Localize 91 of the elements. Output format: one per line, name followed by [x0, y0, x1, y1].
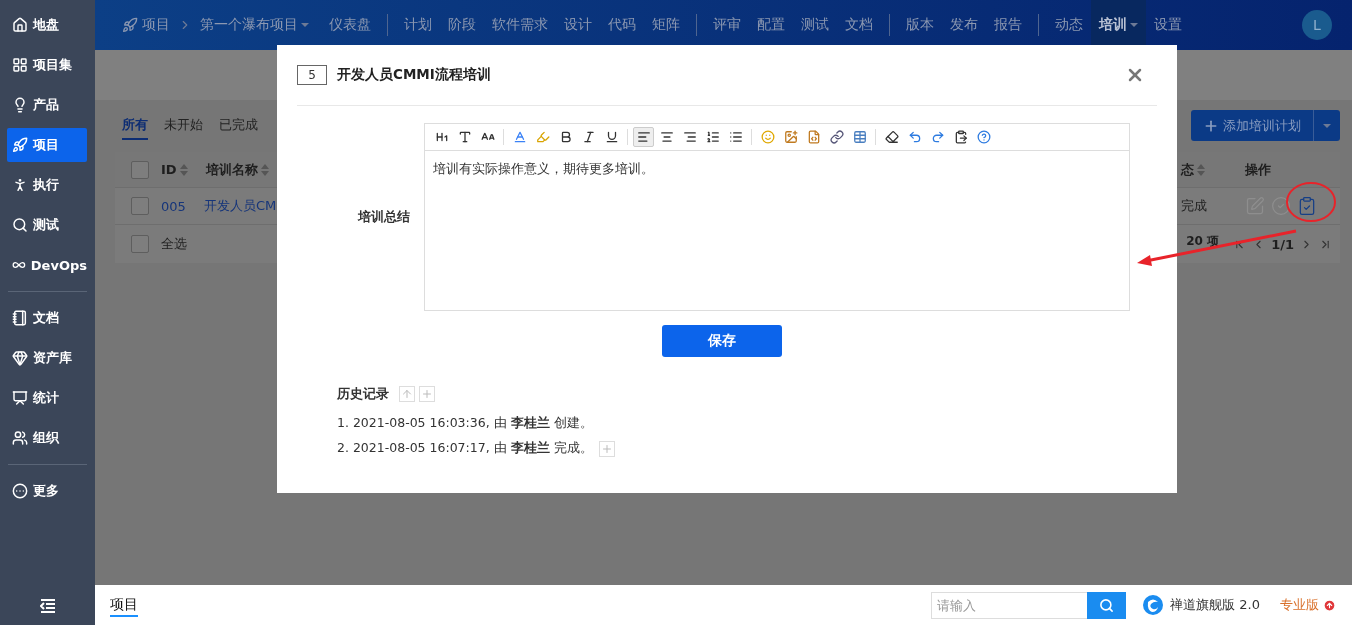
- align-center-icon: [659, 130, 674, 144]
- filter-tab[interactable]: 未开始: [164, 111, 203, 140]
- more-icon: [12, 483, 28, 499]
- editor-text: 培训有实际操作意义，期待更多培训。: [432, 160, 655, 178]
- font-icon: [457, 130, 472, 144]
- current-module-tab[interactable]: 项目: [110, 593, 138, 617]
- smiley-icon: [760, 130, 775, 144]
- align-right-icon: [682, 130, 697, 144]
- history-entry: 1. 2021-08-05 16:03:36, 由 李桂兰 创建。: [337, 415, 593, 432]
- edition-link[interactable]: 专业版: [1280, 596, 1319, 614]
- lightbulb-icon: [12, 97, 28, 113]
- gem-icon: [12, 350, 28, 366]
- upgrade-icon[interactable]: [1323, 598, 1336, 612]
- rocket-icon: [122, 17, 138, 33]
- collapse-menu-icon[interactable]: [39, 599, 56, 613]
- arrow-up-icon: [401, 388, 413, 400]
- history-entry: 2. 2021-08-05 16:07:17, 由 李桂兰 完成。: [337, 440, 593, 457]
- breadcrumb-section[interactable]: 项目: [142, 16, 170, 34]
- field-label: 培训总结: [358, 208, 410, 226]
- training-name-link[interactable]: 开发人员CM: [204, 197, 277, 215]
- checkbox[interactable]: [131, 160, 149, 179]
- sidebar-item[interactable]: 项目: [7, 128, 87, 162]
- user-avatar[interactable]: L: [1302, 10, 1332, 40]
- save-button[interactable]: 保存: [662, 325, 782, 357]
- column-header[interactable]: 态: [1181, 160, 1205, 179]
- rich-text-editor[interactable]: 培训有实际操作意义，期待更多培训。: [424, 123, 1130, 311]
- eraser-icon: [884, 130, 899, 144]
- status-text: 完成: [1181, 197, 1207, 215]
- presentation-icon: [12, 390, 28, 406]
- column-header[interactable]: ID: [161, 162, 188, 177]
- search-icon: [12, 217, 28, 233]
- id-badge: 5: [297, 65, 327, 85]
- page-number: 1/1: [1271, 236, 1294, 252]
- search-field[interactable]: 请输入: [931, 591, 1088, 619]
- history-title: 历史记录: [337, 385, 389, 403]
- add-plan-button[interactable]: 添加培训计划: [1191, 110, 1340, 141]
- plus-icon: [421, 388, 433, 400]
- column-header[interactable]: 培训名称: [205, 160, 269, 179]
- sidebar-item[interactable]: 产品: [7, 88, 87, 122]
- sidebar-item[interactable]: DevOps: [7, 248, 87, 282]
- highlight-circle: [1286, 182, 1336, 222]
- highlighter-icon: [535, 130, 550, 144]
- filter-tab[interactable]: 所有: [122, 111, 148, 140]
- brand-name: 禅道旗舰版 2.0: [1170, 596, 1260, 614]
- plus-icon: [600, 442, 613, 455]
- select-all-label[interactable]: 全选: [161, 235, 187, 253]
- checkbox[interactable]: [131, 197, 149, 215]
- clipboard-check-icon[interactable]: [1297, 196, 1317, 216]
- bullet-list-icon: [728, 130, 743, 144]
- align-left-button[interactable]: [633, 127, 654, 147]
- sidebar-item[interactable]: 文档: [7, 301, 87, 335]
- redo-icon: [930, 130, 945, 144]
- heading-icon: [434, 130, 449, 144]
- dialog-title: 开发人员CMMI流程培训: [337, 66, 491, 84]
- align-left-icon: [636, 130, 651, 144]
- undo-icon: [907, 130, 922, 144]
- sidebar-item[interactable]: 项目集: [7, 48, 87, 82]
- numbered-list-icon: [705, 130, 720, 144]
- sidebar-item[interactable]: 资产库: [7, 341, 87, 375]
- person-icon: [12, 177, 28, 193]
- checkbox[interactable]: [131, 235, 149, 253]
- search-icon: [1099, 597, 1115, 613]
- text-color-icon: [512, 130, 527, 144]
- column-header: 操作: [1245, 160, 1271, 179]
- sidebar-item[interactable]: 组织: [7, 421, 87, 455]
- brand-logo-icon: [1142, 594, 1165, 616]
- underline-icon: [604, 130, 619, 144]
- search-button[interactable]: [1087, 591, 1127, 619]
- italic-icon: [581, 130, 596, 144]
- page-size-text[interactable]: 20 项: [1186, 232, 1220, 250]
- sidebar-item[interactable]: 更多: [7, 474, 87, 508]
- sidebar-item[interactable]: 统计: [7, 381, 87, 415]
- grid-icon: [12, 57, 28, 73]
- image-icon: [783, 130, 798, 144]
- sidebar-item[interactable]: 地盘: [7, 8, 87, 42]
- sidebar-item[interactable]: 执行: [7, 168, 87, 202]
- help-icon: [976, 130, 991, 144]
- rocket-icon: [12, 137, 28, 153]
- caret-icon: [301, 23, 309, 27]
- notebook-icon: [12, 310, 28, 326]
- link-icon: [829, 130, 844, 144]
- paste-icon: [953, 130, 968, 144]
- caret-icon[interactable]: [1323, 123, 1331, 128]
- users-icon: [12, 430, 28, 446]
- sidebar-item[interactable]: 测试: [7, 208, 87, 242]
- table-icon: [852, 130, 867, 144]
- code-file-icon: [806, 130, 821, 144]
- home-icon: [12, 17, 28, 33]
- id-link[interactable]: 005: [161, 198, 204, 214]
- project-dropdown[interactable]: 第一个瀑布项目: [200, 0, 309, 50]
- filter-tab[interactable]: 已完成: [219, 111, 258, 140]
